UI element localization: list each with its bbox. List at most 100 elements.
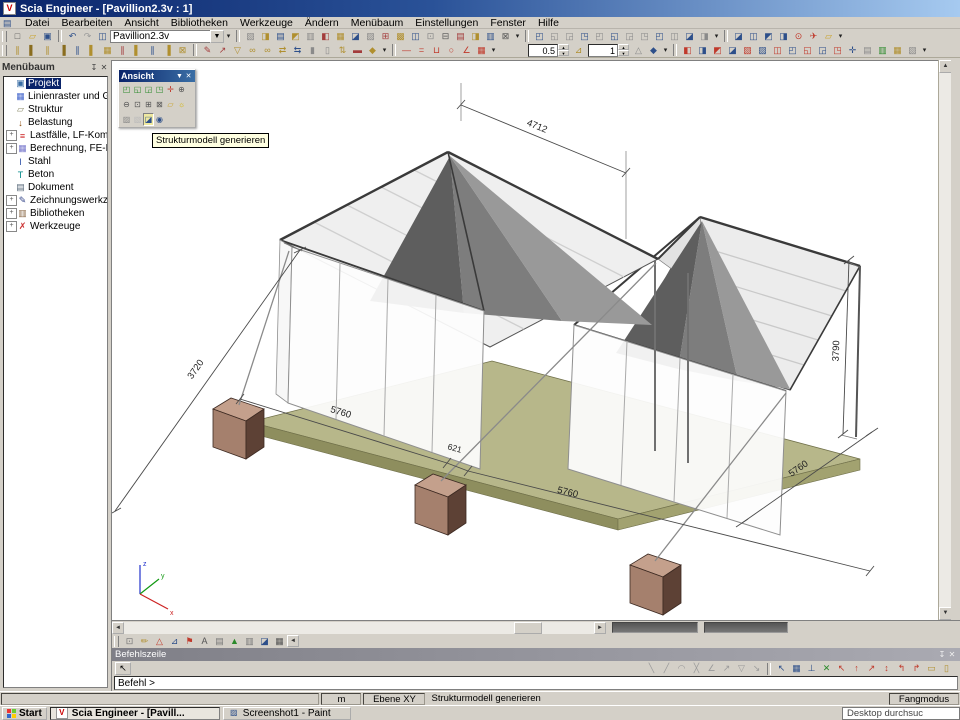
modify-tool-icon[interactable]: ⇄ xyxy=(275,44,290,57)
grid-tool-icon[interactable]: ▦ xyxy=(272,635,287,648)
snap-cross-icon[interactable]: ╳ xyxy=(689,662,704,675)
tree-item-bibliotheken[interactable]: +▥Bibliotheken xyxy=(4,207,107,220)
zoom-out-icon[interactable]: ⊖ xyxy=(121,98,132,111)
tool-icon-icon[interactable]: ◩ xyxy=(288,30,303,43)
member-tool-icon[interactable]: ▌ xyxy=(85,44,100,57)
palette-title-bar[interactable]: Ansicht ▼ ✕ xyxy=(119,70,195,82)
spinner-arrows[interactable]: ▲▼ xyxy=(618,44,629,57)
viewport-vscrollbar[interactable]: ▲ ▼ xyxy=(938,60,951,620)
tree-item-zeichnungswerkzeuge[interactable]: +✎Zeichnungswerkzeuge xyxy=(4,194,107,207)
member-tool-icon[interactable]: ∥ xyxy=(145,44,160,57)
open-folder-icon[interactable]: ▱ xyxy=(821,30,836,43)
grid-value[interactable]: 1 xyxy=(588,44,618,57)
view-front-icon[interactable]: ◱ xyxy=(132,83,143,96)
snap-angle-icon[interactable]: ∠ xyxy=(704,662,719,675)
pencil-tool-icon[interactable]: ✏ xyxy=(137,635,152,648)
snap-int-icon[interactable]: ↕ xyxy=(879,662,894,675)
expand-icon[interactable]: + xyxy=(6,208,17,219)
save-project-icon[interactable]: ▣ xyxy=(40,30,55,43)
modify-tool-icon[interactable]: ▬ xyxy=(350,44,365,57)
chevron-down-icon[interactable]: ▼ xyxy=(210,30,224,43)
member-tool-icon[interactable]: ▐ xyxy=(55,44,70,57)
menu-einstellungen[interactable]: Einstellungen xyxy=(409,17,484,29)
menu-datei[interactable]: Datei xyxy=(19,17,56,29)
view-top-icon[interactable]: ◰ xyxy=(121,83,132,96)
snap-node-icon[interactable]: ↗ xyxy=(864,662,879,675)
eye-tool-icon[interactable]: ⊙ xyxy=(791,30,806,43)
load-tool-icon[interactable]: ✛ xyxy=(845,44,860,57)
copy-tool-icon[interactable]: ◪ xyxy=(731,30,746,43)
table-tool-icon[interactable]: ▤ xyxy=(212,635,227,648)
taskbar-item-paint[interactable]: ▨ Screenshot1 - Paint xyxy=(223,707,351,720)
load-tool-icon[interactable]: ◩ xyxy=(710,44,725,57)
tool-icon-icon[interactable]: ▤ xyxy=(273,30,288,43)
pin-icon[interactable]: ↧ xyxy=(89,63,99,72)
search-icon[interactable]: ▤ xyxy=(453,30,468,43)
angle-tool-icon[interactable]: ∠ xyxy=(459,44,474,57)
generate-structure-icon[interactable]: ◪ xyxy=(143,113,154,126)
scroll-left-icon[interactable]: ◄ xyxy=(287,635,299,647)
snap-end-icon[interactable]: ↖ xyxy=(834,662,849,675)
redo-icon[interactable]: ↷ xyxy=(80,30,95,43)
member-tool-icon[interactable]: ∥ xyxy=(115,44,130,57)
more-tools[interactable]: ▾ xyxy=(380,46,389,54)
scroll-thumb[interactable] xyxy=(514,622,542,634)
viewport-hscrollbar[interactable] xyxy=(124,622,594,634)
image-icon[interactable]: ▥ xyxy=(483,30,498,43)
menu-werkzeuge[interactable]: Werkzeuge xyxy=(234,17,299,29)
toolbar-grip[interactable] xyxy=(2,45,7,56)
snap-point-icon[interactable]: ✕ xyxy=(819,662,834,675)
snap-box-icon[interactable]: ▭ xyxy=(924,662,939,675)
menu-ansicht[interactable]: Ansicht xyxy=(118,17,164,29)
render-mode-icon[interactable]: ▨ xyxy=(121,113,132,126)
view-icon-icon[interactable]: ◱ xyxy=(607,30,622,43)
scale-value[interactable]: 0.5 xyxy=(528,44,558,57)
docked-bar[interactable] xyxy=(612,622,698,633)
spinner-arrows[interactable]: ▲▼ xyxy=(558,44,569,57)
more-tools[interactable]: ▾ xyxy=(489,46,498,54)
taskbar-item-scia[interactable]: V Scia Engineer - [Pavill... xyxy=(50,707,220,720)
expand-icon[interactable]: + xyxy=(6,130,17,141)
fly-tool-icon[interactable]: ✈ xyxy=(806,30,821,43)
render-tool-icon[interactable]: ◪ xyxy=(257,635,272,648)
open-project-icon[interactable]: ▱ xyxy=(25,30,40,43)
snap-arc-icon[interactable]: ◠ xyxy=(674,662,689,675)
member-tool-icon[interactable]: ▌ xyxy=(25,44,40,57)
project-combobox[interactable]: ▼ xyxy=(110,30,224,43)
link-tool-icon[interactable]: ∞ xyxy=(245,44,260,57)
load-tool-icon[interactable]: ◫ xyxy=(770,44,785,57)
flag-tool-icon[interactable]: ⚑ xyxy=(182,635,197,648)
more-tools[interactable]: ▾ xyxy=(836,32,845,40)
draw-tool-icon[interactable]: ▽ xyxy=(230,44,245,57)
view-icon-icon[interactable]: ◨ xyxy=(697,30,712,43)
scroll-right-icon[interactable]: ► xyxy=(594,622,606,634)
sheet-tool-icon[interactable]: ▥ xyxy=(242,635,257,648)
member-tool-icon[interactable]: ∥ xyxy=(10,44,25,57)
zoom-selection-icon[interactable]: ⊠ xyxy=(154,98,165,111)
expand-icon[interactable]: + xyxy=(6,195,17,206)
document-icon[interactable]: ⊠ xyxy=(498,30,513,43)
member-tool-icon[interactable]: ▌ xyxy=(130,44,145,57)
tool-icon-icon[interactable]: ⊡ xyxy=(423,30,438,43)
tool-icon-icon[interactable]: ◫ xyxy=(408,30,423,43)
load-tool-icon[interactable]: ▧ xyxy=(740,44,755,57)
lightbulb-icon[interactable]: ☼ xyxy=(176,98,187,111)
grid-tool-icon[interactable]: ▦ xyxy=(474,44,489,57)
tool-icon-icon[interactable]: ⊞ xyxy=(378,30,393,43)
menu-bibliotheken[interactable]: Bibliotheken xyxy=(165,17,234,29)
view-axes-icon[interactable]: ✛ xyxy=(165,83,176,96)
view-icon-icon[interactable]: ◲ xyxy=(622,30,637,43)
rect-tool-icon[interactable]: ⊔ xyxy=(429,44,444,57)
load-tool-icon[interactable]: ◱ xyxy=(800,44,815,57)
draw-tool-icon[interactable]: ✎ xyxy=(200,44,215,57)
export-view-icon[interactable]: ▥ xyxy=(875,44,890,57)
tree-item-projekt[interactable]: ▣Projekt xyxy=(4,77,107,90)
snap-frame-icon[interactable]: ▯ xyxy=(939,662,954,675)
tree-item-linienraster-und-geschosse[interactable]: ▦Linienraster und Geschosse xyxy=(4,90,107,103)
status-snap-mode[interactable]: Fangmodus xyxy=(889,693,959,705)
print-icon[interactable]: ⊟ xyxy=(438,30,453,43)
triangle-tool-icon[interactable]: △ xyxy=(152,635,167,648)
expand-icon[interactable]: + xyxy=(6,143,17,154)
new-document-icon[interactable]: □ xyxy=(10,30,25,43)
tree-item-lastfälle-lf-kombinationen[interactable]: +≡Lastfälle, LF-Kombinationen xyxy=(4,129,107,142)
